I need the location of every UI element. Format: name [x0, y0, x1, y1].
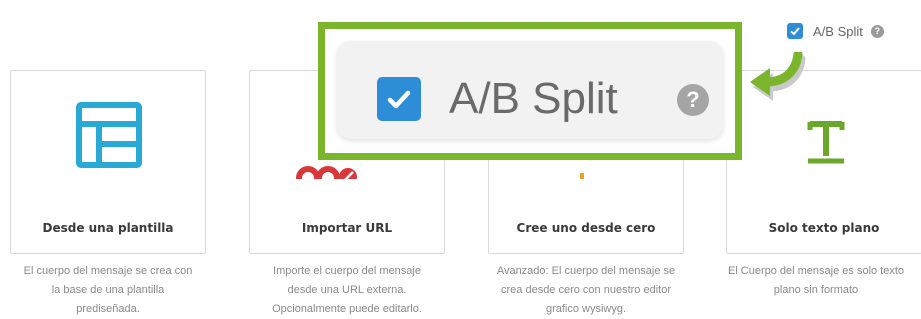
ab-split-checkbox[interactable] — [787, 23, 803, 39]
ab-split-toggle[interactable]: A/B Split ? — [787, 20, 884, 42]
ab-split-label-zoomed: A/B Split — [449, 74, 618, 123]
text-icon — [727, 99, 921, 179]
description-line: Importe el cuerpo del mensaje — [273, 265, 421, 277]
description-line: grafico wysiwyg. — [545, 303, 627, 315]
description-line: plano sin formato — [773, 284, 859, 296]
description-line: desde una URL externa. — [287, 284, 407, 296]
ab-split-callout: A/B Split ? — [318, 22, 742, 160]
option-description-plain-text: El Cuerpo del mensaje es solo texto plan… — [711, 262, 921, 300]
ab-split-checkbox-zoomed[interactable] — [377, 77, 421, 121]
option-title: Cree uno desde cero — [516, 221, 656, 235]
description-line: crea desde cero con nuestro editor — [501, 284, 671, 296]
description-line: prediseñada. — [76, 303, 140, 315]
option-card-template[interactable]: Desde una plantilla — [10, 70, 206, 254]
callout-zoomed-panel: A/B Split ? — [337, 41, 723, 139]
option-description-from-scratch: Avanzado: El cuerpo del mensaje se crea … — [481, 262, 691, 319]
option-description-import-url: Importe el cuerpo del mensaje desde una … — [242, 262, 452, 319]
description-line: El cuerpo del mensaje se crea con — [23, 265, 193, 277]
option-description-template: El cuerpo del mensaje se crea con la bas… — [3, 262, 213, 319]
question-circle-icon[interactable]: ? — [677, 84, 709, 116]
option-title: Importar URL — [301, 221, 393, 235]
description-line: Avanzado: El cuerpo del mensaje se — [496, 265, 676, 277]
description-line: Opcionalmente puede editarlo. — [272, 303, 422, 315]
description-line: la base de una plantilla — [51, 284, 165, 296]
checkmark-icon — [790, 27, 800, 36]
template-layout-icon — [11, 99, 205, 179]
option-title: Desde una plantilla — [42, 221, 174, 235]
checkmark-icon — [387, 90, 411, 109]
ab-split-label: A/B Split — [813, 23, 863, 39]
question-circle-icon[interactable]: ? — [870, 24, 884, 38]
curved-arrow-icon — [748, 49, 808, 106]
option-title: Solo texto plano — [768, 221, 880, 235]
description-line: El Cuerpo del mensaje es solo texto — [727, 265, 905, 277]
